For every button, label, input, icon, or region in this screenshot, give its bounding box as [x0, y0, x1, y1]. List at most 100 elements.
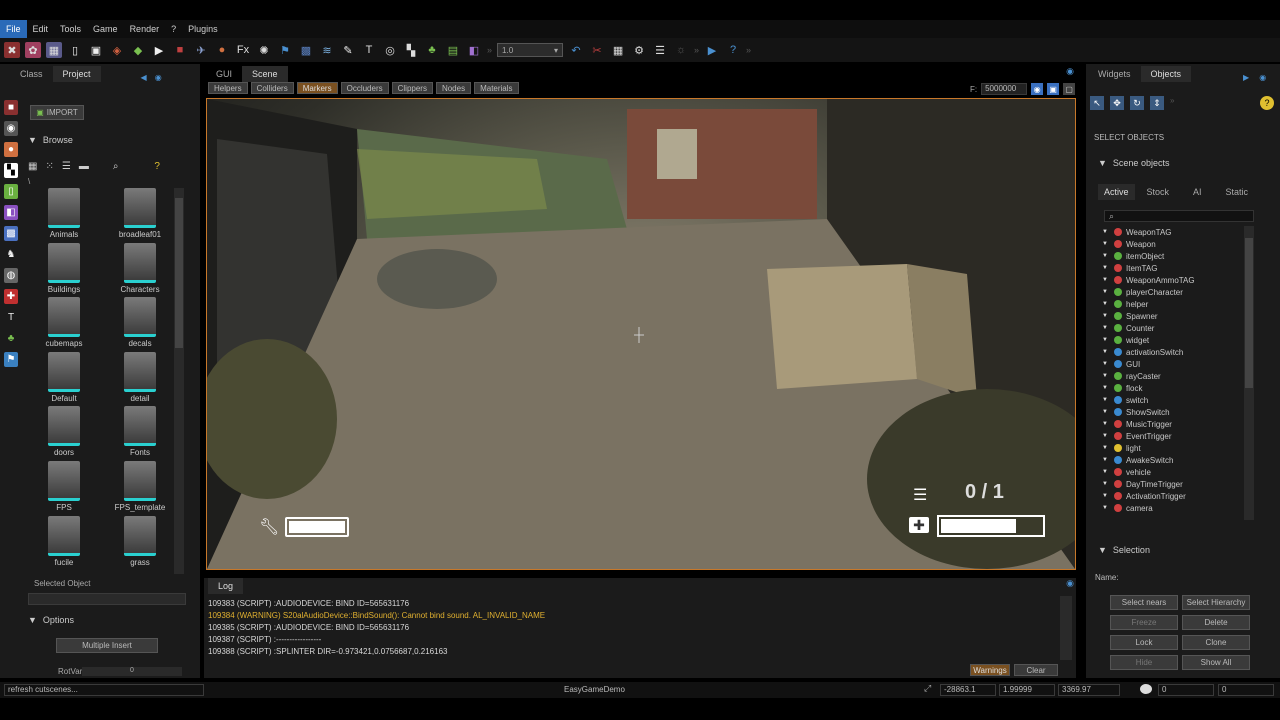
expand-icon[interactable]: ▼	[1102, 469, 1110, 475]
object-item[interactable]: ▼ switch	[1102, 394, 1244, 406]
object-item[interactable]: ▼ ActivationTrigger	[1102, 490, 1244, 502]
sphere-icon[interactable]: ●	[214, 42, 230, 58]
menu-game[interactable]: Game	[87, 20, 124, 38]
cube-icon[interactable]: ■	[172, 42, 188, 58]
open-icon[interactable]: ✿	[25, 42, 41, 58]
gear-icon[interactable]: ✺	[256, 42, 272, 58]
rotvar-slider[interactable]: 0	[82, 667, 182, 676]
menu-help[interactable]: ?	[165, 20, 182, 38]
expand-icon[interactable]: ▼	[1102, 421, 1110, 427]
grid-icon[interactable]: ▦	[46, 42, 62, 58]
filter-clippers[interactable]: Clippers	[391, 82, 433, 94]
text-tool-icon[interactable]: T	[4, 310, 18, 325]
scale-icon[interactable]: ⇕	[1150, 96, 1164, 110]
import-button[interactable]: ▣ IMPORT	[30, 105, 84, 120]
light-bulb-icon[interactable]	[1140, 684, 1152, 694]
select-nears-button[interactable]: Select nears	[1110, 595, 1178, 610]
object-item[interactable]: ▼ activationSwitch	[1102, 346, 1244, 358]
select-hierarchy-button[interactable]: Select Hierarchy	[1182, 595, 1250, 610]
note-icon[interactable]: ✎	[340, 42, 356, 58]
grid-toggle-icon[interactable]: ▦	[610, 42, 626, 58]
folder-item[interactable]: decals	[104, 297, 176, 352]
text-icon[interactable]: T	[361, 42, 377, 58]
object-item[interactable]: ▼ ItemTAG	[1102, 262, 1244, 274]
expand-icon[interactable]: ▼	[1102, 313, 1110, 319]
filter-nodes[interactable]: Nodes	[435, 82, 472, 94]
object-item[interactable]: ▼ vehicle	[1102, 466, 1244, 478]
tab-gui[interactable]: GUI	[206, 66, 242, 82]
terrain-tool-icon[interactable]: ▩	[4, 226, 18, 241]
multiple-insert-button[interactable]: Multiple Insert	[56, 638, 158, 653]
filter-occluders[interactable]: Occluders	[340, 82, 389, 94]
tab-widgets[interactable]: Widgets	[1088, 66, 1141, 82]
object-item[interactable]: ▼ GUI	[1102, 358, 1244, 370]
expand-icon[interactable]: ▼	[1102, 445, 1110, 451]
object-item[interactable]: ▼ ShowSwitch	[1102, 406, 1244, 418]
object-item[interactable]: ▼ MusicTrigger	[1102, 418, 1244, 430]
expand-icon[interactable]: ▼	[1102, 349, 1110, 355]
shader-icon[interactable]: ◧	[4, 205, 18, 220]
expand-icon[interactable]: ▼	[1102, 493, 1110, 499]
expand-icon[interactable]: ▼	[1102, 337, 1110, 343]
menu-plugins[interactable]: Plugins	[182, 20, 224, 38]
target-icon[interactable]: ◎	[382, 42, 398, 58]
search-icon[interactable]: ⌕	[113, 161, 119, 172]
ball-icon[interactable]: ●	[4, 142, 18, 157]
figure-icon[interactable]: ♞	[4, 247, 18, 262]
scroll-thumb[interactable]	[175, 198, 183, 348]
object-item[interactable]: ▼ flock	[1102, 382, 1244, 394]
sun-icon[interactable]: ☼	[673, 42, 689, 58]
subtab-static[interactable]: Static	[1214, 184, 1261, 200]
folder-icon[interactable]: ▬	[79, 161, 89, 172]
sound-icon[interactable]: ◍	[4, 268, 18, 283]
log-options-icon[interactable]: ◉	[1066, 578, 1074, 589]
particle-icon[interactable]: ✈	[193, 42, 209, 58]
expand-icon[interactable]: ▼	[1102, 361, 1110, 367]
object-item[interactable]: ▼ EventTrigger	[1102, 430, 1244, 442]
object-item[interactable]: ▼ WeaponAmmoTAG	[1102, 274, 1244, 286]
show-all-button[interactable]: Show All	[1182, 655, 1250, 670]
tab-project[interactable]: Project	[52, 66, 101, 82]
far-value-field[interactable]: 5000000	[981, 83, 1028, 95]
options-section[interactable]: ▼ Options	[28, 615, 74, 625]
folder-item[interactable]: doors	[28, 406, 100, 461]
folder-item[interactable]: fucile	[28, 515, 100, 571]
object-item[interactable]: ▼ helper	[1102, 298, 1244, 310]
coord-y-field[interactable]: 1.99999	[999, 684, 1055, 696]
panel-options-icon[interactable]: ◉	[1259, 73, 1266, 82]
filter-helpers[interactable]: Helpers	[208, 82, 248, 94]
expand-icon[interactable]: ▼	[1102, 265, 1110, 271]
filter-markers[interactable]: Markers	[296, 82, 338, 94]
new-scene-icon[interactable]: ✖	[4, 42, 20, 58]
clone-button[interactable]: Clone	[1182, 635, 1250, 650]
water-tool-icon[interactable]: ⚑	[4, 352, 18, 367]
expand-icon[interactable]: ▼	[1102, 481, 1110, 487]
record-icon[interactable]: ■	[4, 100, 18, 115]
select-arrow-icon[interactable]: ↖	[1090, 96, 1104, 110]
coord-x-field[interactable]: -28863.1	[940, 684, 996, 696]
move-icon[interactable]: ✥	[1110, 96, 1124, 110]
object-item[interactable]: ▼ WeaponTAG	[1102, 226, 1244, 238]
checker-icon[interactable]: ▚	[403, 42, 419, 58]
selection-section[interactable]: ▼ Selection	[1098, 545, 1150, 555]
subtab-stock[interactable]: Stock	[1135, 184, 1182, 200]
document-icon[interactable]: ▯	[67, 42, 83, 58]
coord-z-field[interactable]: 3369.97	[1058, 684, 1120, 696]
selected-object-field[interactable]	[28, 593, 186, 605]
run-icon[interactable]: ▶	[704, 42, 720, 58]
filter-materials[interactable]: Materials	[474, 82, 519, 94]
expand-icon[interactable]: ▼	[1102, 433, 1110, 439]
subtab-active[interactable]: Active	[1098, 184, 1135, 200]
checker-tool-icon[interactable]: ▚	[4, 163, 18, 178]
scroll-thumb[interactable]	[1245, 238, 1253, 388]
page-icon[interactable]: ▯	[4, 184, 18, 199]
object-item[interactable]: ▼ Weapon	[1102, 238, 1244, 250]
object-item[interactable]: ▼ light	[1102, 442, 1244, 454]
field-1[interactable]: 0	[1158, 684, 1214, 696]
expand-icon[interactable]: ▼	[1102, 229, 1110, 235]
material-icon[interactable]: ◧	[466, 42, 482, 58]
collapse-left-icon[interactable]: ◀	[141, 73, 147, 82]
expand-icon[interactable]: ▼	[1102, 253, 1110, 259]
terrain-icon[interactable]: ▩	[298, 42, 314, 58]
tab-class[interactable]: Class	[10, 66, 53, 82]
